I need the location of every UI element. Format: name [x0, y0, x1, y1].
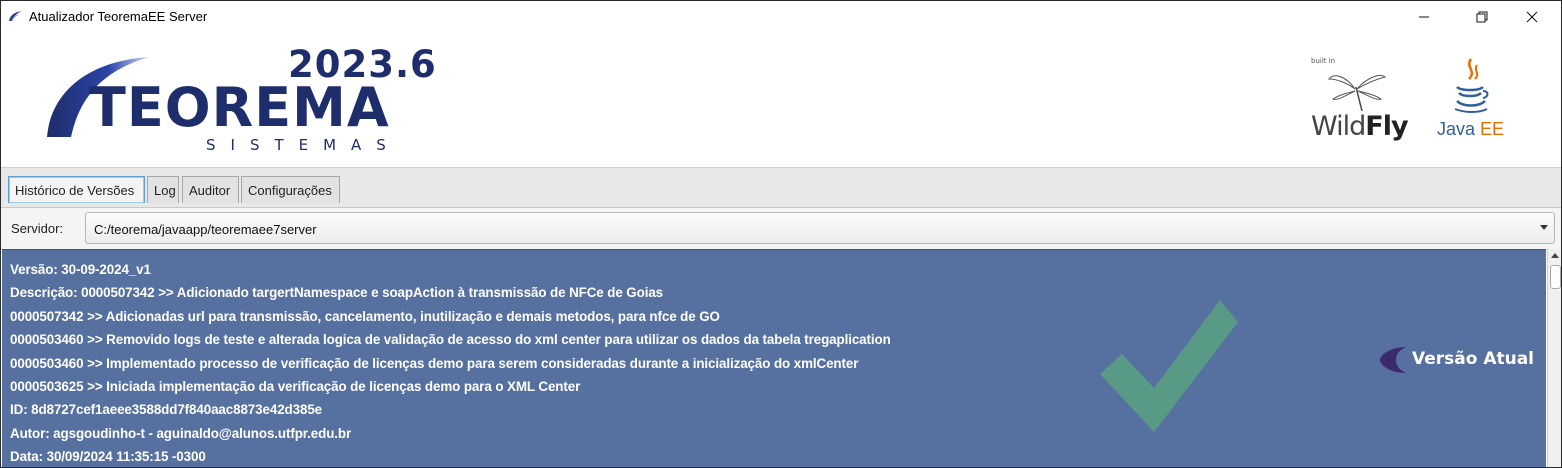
tab-log[interactable]: Log	[147, 176, 179, 203]
current-version-label: Versão Atual	[1412, 349, 1535, 369]
change-line: 0000507342 >> Adicionadas url para trans…	[10, 308, 720, 324]
date-line: Data: 30/09/2024 11:35:15 -0300	[10, 449, 206, 465]
server-label: Servidor:	[11, 221, 64, 236]
teorema-swoosh-icon	[9, 11, 22, 22]
version-history-panel: Versão: 30-09-2024_v1 Descrição: 0000507…	[2, 249, 1546, 467]
javaee-wordmark: Java EE	[1437, 119, 1505, 139]
javaee-logo: Java EE	[1433, 55, 1513, 151]
tab-auditor[interactable]: Auditor	[182, 176, 239, 203]
wildfly-logo: built in WildFly	[1307, 57, 1409, 149]
checkmark-icon	[1100, 300, 1238, 432]
brand-subtitle: SISTEMAS	[206, 136, 401, 154]
server-select-value: C:/teorema/javaapp/teoremaee7server	[94, 222, 317, 237]
scroll-thumb[interactable]	[1550, 265, 1561, 289]
version-badge-icon	[1380, 347, 1406, 373]
current-version-badge: Versão Atual	[1376, 345, 1534, 375]
header-banner: 2023.6 TEOREMA SISTEMAS built in WildFly	[1, 33, 1561, 167]
chevron-down-icon	[1540, 225, 1548, 230]
version-details: Versão: 30-09-2024_v1 Descrição: 0000507…	[10, 258, 891, 467]
version-line: Versão: 30-09-2024_v1	[10, 262, 151, 277]
close-button[interactable]	[1509, 1, 1555, 33]
minimize-button[interactable]	[1401, 1, 1447, 33]
window-title: Atualizador TeoremaEE Server	[29, 9, 208, 24]
minimize-icon	[1419, 16, 1429, 18]
tab-configuracoes[interactable]: Configurações	[241, 176, 340, 203]
wildfly-wordmark: WildFly	[1311, 111, 1409, 142]
commit-id-line: ID: 8d8727cef1aeee3588dd7f840aac8873e42d…	[10, 402, 323, 418]
close-icon	[1526, 11, 1538, 23]
server-select[interactable]: C:/teorema/javaapp/teoremaee7server	[85, 212, 1555, 244]
wildfly-builtin-label: built in	[1311, 57, 1336, 65]
vertical-scrollbar[interactable]	[1547, 249, 1561, 467]
author-line: Autor: agsgoudinho-t - aguinaldo@alunos.…	[10, 425, 352, 441]
scroll-up-icon[interactable]	[1551, 253, 1559, 258]
restore-button[interactable]	[1459, 1, 1505, 33]
brand-name: TEOREMA	[89, 76, 390, 139]
tab-historico-versoes[interactable]: Histórico de Versões	[8, 176, 145, 203]
change-line: 0000503460 >> Removido logs de teste e a…	[10, 332, 891, 348]
change-line: 0000503460 >> Implementado processo de v…	[10, 355, 859, 371]
restore-icon	[1476, 11, 1488, 23]
description-line: Descrição: 0000507342 >> Adicionado targ…	[10, 285, 664, 301]
title-bar: Atualizador TeoremaEE Server	[1, 1, 1561, 33]
change-line: 0000503625 >> Iniciada implementação da …	[10, 378, 581, 394]
java-cup-icon	[1454, 58, 1489, 113]
wildfly-dragonfly-icon	[1328, 75, 1386, 112]
tab-bar: Histórico de Versões Log Auditor Configu…	[1, 167, 1561, 208]
app-window: Atualizador TeoremaEE Server 2023.6 TEOR…	[0, 0, 1562, 468]
server-row: Servidor: C:/teorema/javaapp/teoremaee7s…	[1, 207, 1561, 250]
